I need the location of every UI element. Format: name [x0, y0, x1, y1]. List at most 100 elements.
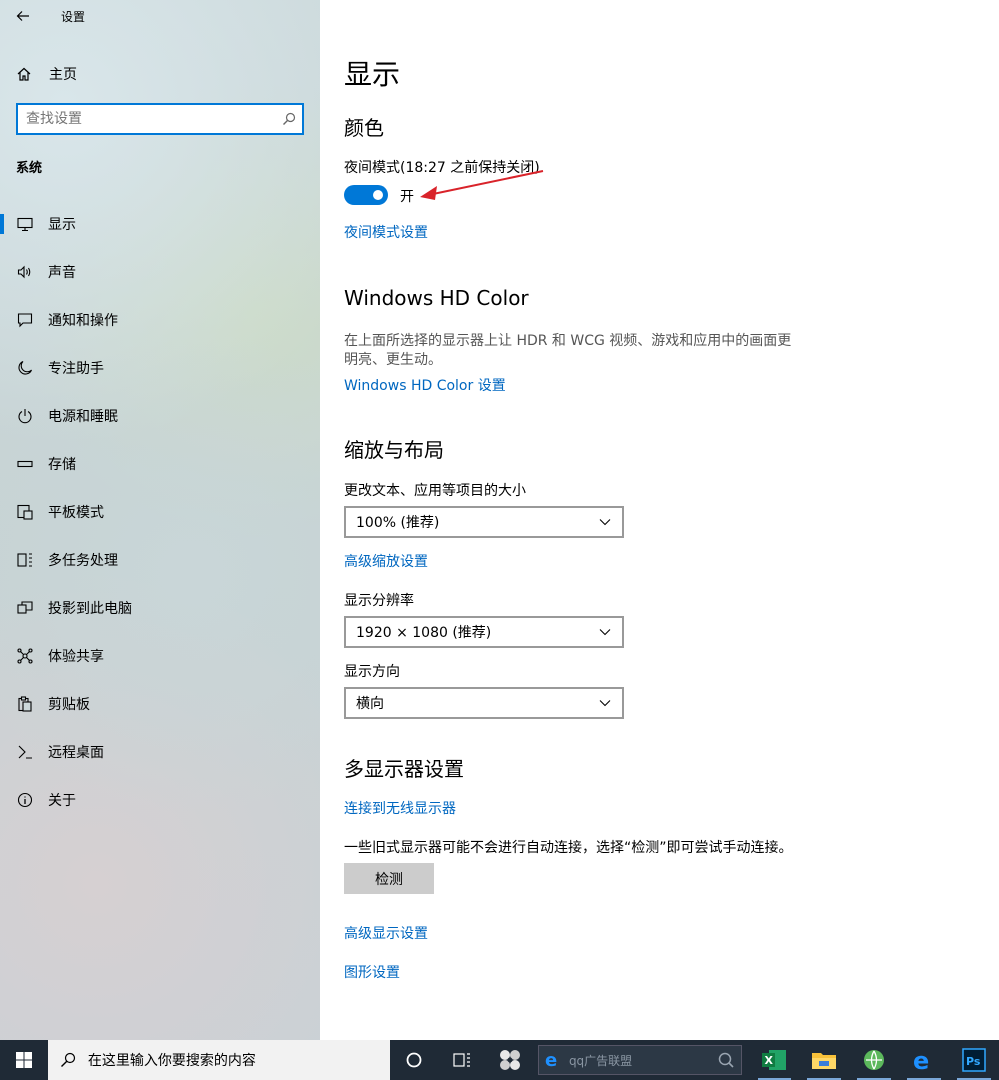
sidebar-item-storage[interactable]: 存储: [0, 440, 320, 488]
project-icon: [16, 599, 34, 617]
taskbar: 在这里输入你要搜索的内容 e qq广告联盟 X e Ps: [0, 1040, 999, 1080]
svg-text:Ps: Ps: [966, 1055, 981, 1068]
wireless-display-link[interactable]: 连接到无线显示器: [344, 798, 456, 818]
sidebar-item-remote-desktop[interactable]: 远程桌面: [0, 728, 320, 776]
sidebar-item-notifications[interactable]: 通知和操作: [0, 296, 320, 344]
sidebar-item-label: 剪贴板: [48, 697, 90, 713]
task-view-button[interactable]: [438, 1040, 486, 1080]
photoshop-icon: Ps: [962, 1048, 986, 1072]
color-heading: 颜色: [344, 116, 384, 140]
clipboard-icon: [16, 695, 34, 713]
search-icon[interactable]: [276, 112, 302, 126]
sidebar-item-label: 体验共享: [48, 649, 104, 665]
main-content: 显示 颜色 夜间模式(18:27 之前保持关闭) 开 夜间模式设置 Window…: [320, 0, 999, 1040]
orientation-label: 显示方向: [344, 664, 400, 680]
orientation-dropdown[interactable]: 横向: [344, 687, 624, 719]
sidebar-item-label: 存储: [48, 457, 76, 473]
sidebar-item-tablet-mode[interactable]: 平板模式: [0, 488, 320, 536]
sidebar-item-home[interactable]: 主页: [0, 56, 320, 92]
fan-app-button[interactable]: [486, 1040, 534, 1080]
sidebar-item-about[interactable]: 关于: [0, 776, 320, 824]
back-button[interactable]: [0, 0, 46, 32]
monitor-icon: [16, 215, 34, 233]
sidebar-item-label: 多任务处理: [48, 553, 118, 569]
svg-text:e: e: [545, 1050, 557, 1070]
sidebar-item-focus-assist[interactable]: 专注助手: [0, 344, 320, 392]
hd-color-settings-link[interactable]: Windows HD Color 设置: [344, 375, 506, 395]
taskbar-search-placeholder: 在这里输入你要搜索的内容: [87, 1053, 256, 1069]
advanced-scaling-link[interactable]: 高级缩放设置: [344, 551, 428, 571]
pinwheel-icon: [499, 1050, 520, 1070]
section-label: 系统: [16, 161, 43, 176]
multitask-icon: [16, 551, 34, 569]
edge-icon: e: [913, 1048, 929, 1072]
browser-globe-icon: [864, 1050, 885, 1070]
detect-button[interactable]: 检测: [344, 863, 434, 894]
cortana-circle-icon: [406, 1052, 422, 1068]
sidebar-item-display[interactable]: 显示: [0, 200, 320, 248]
detect-description: 一些旧式显示器可能不会进行自动连接，选择“检测”即可尝试手动连接。: [344, 840, 793, 856]
night-mode-toggle[interactable]: [344, 185, 388, 205]
scale-dropdown[interactable]: 100% (推荐): [344, 506, 624, 538]
scale-label: 更改文本、应用等项目的大小: [344, 483, 526, 499]
remote-icon: [16, 743, 34, 761]
page-title: 显示: [344, 58, 401, 91]
sidebar-item-label: 投影到此电脑: [48, 601, 132, 617]
hd-color-description: 在上面所选择的显示器上让 HDR 和 WCG 视频、游戏和应用中的画面更明亮、更…: [344, 333, 792, 368]
search-icon: [718, 1052, 734, 1068]
taskbar-app-edge[interactable]: e: [899, 1040, 949, 1080]
graphics-settings-link[interactable]: 图形设置: [344, 962, 400, 982]
sidebar-item-label: 远程桌面: [48, 745, 104, 761]
sidebar-item-sound[interactable]: 声音: [0, 248, 320, 296]
info-icon: [16, 791, 34, 809]
folder-icon: [812, 1053, 837, 1069]
sidebar-item-multitasking[interactable]: 多任务处理: [0, 536, 320, 584]
svg-text:e: e: [913, 1048, 929, 1072]
title-bar: 设置: [0, 0, 320, 32]
search-input[interactable]: [18, 105, 276, 133]
taskbar-search-box[interactable]: 在这里输入你要搜索的内容: [47, 1040, 391, 1080]
home-icon: [17, 67, 31, 81]
window-title: 设置: [61, 9, 86, 24]
resolution-label: 显示分辨率: [344, 593, 414, 609]
sidebar-item-label: 电源和睡眠: [48, 409, 118, 425]
settings-search-box[interactable]: [16, 103, 304, 135]
night-mode-settings-link[interactable]: 夜间模式设置: [344, 222, 428, 242]
speaker-icon: [16, 263, 34, 281]
notification-icon: [16, 311, 34, 329]
moon-icon: [16, 359, 34, 377]
sidebar-item-project-to-pc[interactable]: 投影到此电脑: [0, 584, 320, 632]
chevron-down-icon: [588, 699, 622, 707]
sidebar-item-clipboard[interactable]: 剪贴板: [0, 680, 320, 728]
resolution-value: 1920 × 1080 (推荐): [356, 625, 492, 641]
sidebar-item-shared-experiences[interactable]: 体验共享: [0, 632, 320, 680]
resolution-dropdown[interactable]: 1920 × 1080 (推荐): [344, 616, 624, 648]
task-view-icon: [453, 1053, 471, 1067]
scale-value: 100% (推荐): [356, 515, 440, 531]
windows-logo-icon: [15, 1052, 32, 1068]
chevron-down-icon: [588, 628, 622, 636]
start-button[interactable]: [0, 1040, 48, 1080]
taskbar-app-browser[interactable]: [849, 1040, 899, 1080]
ie-logo-icon: e: [545, 1050, 557, 1070]
taskbar-app-photoshop[interactable]: Ps: [949, 1040, 999, 1080]
sidebar-item-label: 平板模式: [48, 505, 104, 521]
storage-icon: [16, 455, 34, 473]
tablet-icon: [16, 503, 34, 521]
taskbar-app-excel[interactable]: X: [750, 1040, 800, 1080]
cortana-button[interactable]: [390, 1040, 438, 1080]
qq-search-box[interactable]: e qq广告联盟: [537, 1045, 742, 1075]
sidebar-item-label: 显示: [48, 217, 76, 233]
toggle-state-label: 开: [400, 189, 414, 205]
sidebar-item-label: 通知和操作: [48, 313, 118, 329]
svg-text:X: X: [765, 1054, 774, 1067]
orientation-value: 横向: [356, 696, 384, 712]
taskbar-app-file-explorer[interactable]: [799, 1040, 849, 1080]
qq-search-placeholder: qq广告联盟: [568, 1053, 633, 1068]
advanced-display-settings-link[interactable]: 高级显示设置: [344, 923, 428, 943]
red-arrow-annotation: [420, 170, 544, 200]
sidebar-nav: 显示 声音 通知和操作 专注助手 电源和睡眠 存储 平板模式 多任务处理 投影到…: [0, 200, 320, 824]
sidebar-item-label: 关于: [48, 793, 76, 809]
sidebar-item-power-sleep[interactable]: 电源和睡眠: [0, 392, 320, 440]
sidebar-item-label: 声音: [48, 265, 76, 281]
